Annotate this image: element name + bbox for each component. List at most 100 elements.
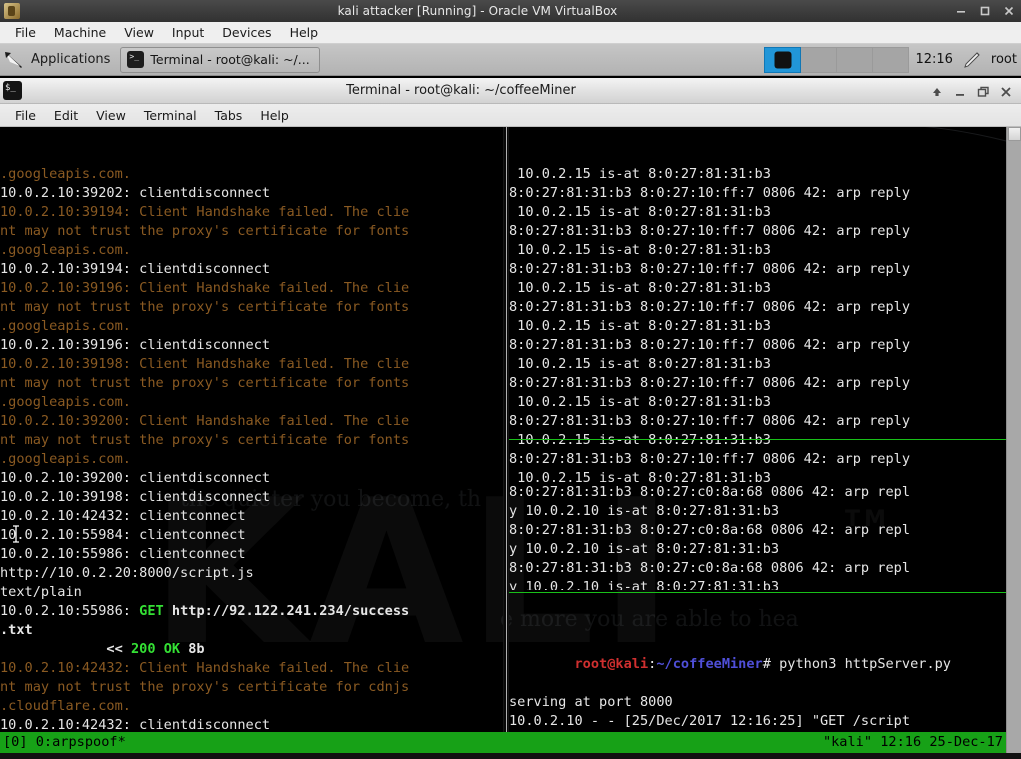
close-icon[interactable]: [999, 84, 1013, 98]
terminal-text: 10.0.2.10:39202: clientdisconnect: [0, 185, 270, 201]
terminal-line: 10.0.2.10:42432: clientdisconnect: [0, 716, 503, 732]
vbox-menu-view[interactable]: View: [115, 23, 163, 42]
terminal-window-controls: [930, 84, 1013, 98]
terminal-line: serving at port 8000: [509, 693, 1006, 712]
vbox-menu-file[interactable]: File: [6, 23, 45, 42]
terminal-text: <<: [0, 641, 131, 657]
terminal-text: 10.0.2.10:39194: Client Handshake failed…: [0, 204, 409, 220]
terminal-line: y 10.0.2.10 is-at 8:0:27:81:31:b3: [509, 502, 1006, 521]
terminal-text: 10.0.2.15 is-at 8:0:27:81:31:b3: [509, 280, 771, 296]
close-icon[interactable]: [1003, 5, 1015, 17]
terminal-menu-file[interactable]: File: [6, 106, 45, 125]
applications-menu-label[interactable]: Applications: [31, 52, 110, 67]
terminal-text: 10.0.2.15 is-at 8:0:27:81:31:b3: [509, 204, 771, 220]
terminal-text: serving at port 8000: [509, 694, 673, 710]
terminal-text: nt may not trust the proxy's certificate…: [0, 223, 409, 239]
terminal-icon: [127, 51, 144, 68]
minimize-icon[interactable]: [955, 5, 967, 17]
terminal-line: 8:0:27:81:31:b3 8:0:27:10:ff:7 0806 42: …: [509, 412, 1006, 431]
pane-mitmproxy[interactable]: .googleapis.com. 10.0.2.10:39202: clientd…: [0, 127, 503, 732]
terminal-text: .googleapis.com.: [0, 166, 131, 182]
prompt-sigil: #: [763, 656, 779, 672]
terminal-text: 10.0.2.10:42432: clientdisconnect: [0, 717, 270, 732]
shade-icon[interactable]: [930, 84, 944, 98]
terminal-line: 8:0:27:81:31:b3 8:0:27:c0:8a:68 0806 42:…: [509, 559, 1006, 578]
vbox-menu-machine[interactable]: Machine: [45, 23, 115, 42]
terminal-line: .googleapis.com.: [0, 165, 503, 184]
workspace-3[interactable]: [837, 47, 873, 73]
terminal-line: 8:0:27:81:31:b3 8:0:27:10:ff:7 0806 42: …: [509, 374, 1006, 393]
taskbar-button-terminal[interactable]: Terminal - root@kali: ~/...: [120, 47, 320, 73]
terminal-line: 10.0.2.15 is-at 8:0:27:81:31:b3: [509, 279, 1006, 298]
workspace-4[interactable]: [873, 47, 909, 73]
terminal-text: y 10.0.2.10 is-at 8:0:27:81:31:b3: [509, 541, 779, 557]
terminal-text: .googleapis.com.: [0, 242, 131, 258]
terminal-line: 10.0.2.10:39196: Client Handshake failed…: [0, 279, 503, 298]
tmux-pane-divider-bottom[interactable]: [509, 592, 1006, 593]
terminal-scrollbar[interactable]: [1006, 127, 1021, 753]
panel-user-label[interactable]: root: [991, 52, 1017, 67]
virtualbox-window-title: kali attacker [Running] - Oracle VM Virt…: [0, 4, 955, 18]
panel-clock: 12:16: [915, 52, 952, 67]
terminal-line: http://10.0.2.20:8000/script.js: [0, 564, 503, 583]
vbox-menu-devices[interactable]: Devices: [213, 23, 280, 42]
virtualbox-window-controls: [955, 5, 1015, 17]
terminal-line: 8:0:27:81:31:b3 8:0:27:c0:8a:68 0806 42:…: [509, 483, 1006, 502]
workspace-switcher[interactable]: [764, 47, 909, 73]
terminal-content-area[interactable]: KALI TM the quieter you become, th e mor…: [0, 127, 1006, 732]
terminal-line: 10.0.2.10:55986: clientconnect: [0, 545, 503, 564]
terminal-text: 10.0.2.10:39196: clientdisconnect: [0, 337, 270, 353]
terminal-line: << 200 OK 8b: [0, 640, 503, 659]
shell-prompt-line: root@kali:~/coffeeMiner# python3 httpSer…: [509, 636, 1006, 655]
tmux-pane-divider-top[interactable]: [509, 439, 1006, 440]
terminal-titlebar: Terminal - root@kali: ~/coffeeMiner: [0, 78, 1021, 104]
terminal-line: .cloudflare.com.: [0, 697, 503, 716]
workspace-1[interactable]: [764, 47, 801, 73]
terminal-line: 10.0.2.10:39194: clientdisconnect: [0, 260, 503, 279]
terminal-text: 10.0.2.15 is-at 8:0:27:81:31:b3: [509, 318, 771, 334]
terminal-line: 10.0.2.10:55984: clientconnect: [0, 526, 503, 545]
window-bottom-edge: [0, 753, 1021, 759]
terminal-text: .googleapis.com.: [0, 318, 131, 334]
terminal-window-title: Terminal - root@kali: ~/coffeeMiner: [0, 83, 930, 98]
terminal-text: http://10.0.2.20:8000/script.js: [0, 565, 254, 581]
terminal-menu-terminal[interactable]: Terminal: [135, 106, 206, 125]
terminal-line: 10.0.2.10:42432: Client Handshake failed…: [0, 659, 503, 678]
terminal-line: 10.0.2.10:39200: clientdisconnect: [0, 469, 503, 488]
pane-http-server[interactable]: root@kali:~/coffeeMiner# python3 httpSer…: [509, 598, 1006, 732]
maximize-icon[interactable]: [979, 5, 991, 17]
terminal-text: y 10.0.2.10 is-at 8:0:27:81:31:b3: [509, 503, 779, 519]
terminal-text: 10.0.2.10:42432: Client Handshake failed…: [0, 660, 409, 676]
terminal-line: 10.0.2.15 is-at 8:0:27:81:31:b3: [509, 393, 1006, 412]
pane-arpspoof-victim[interactable]: 8:0:27:81:31:b3 8:0:27:c0:8a:68 0806 42:…: [509, 445, 1006, 590]
terminal-line: 10.0.2.10:55986: GET http://92.122.241.2…: [0, 602, 503, 621]
kali-dragon-icon[interactable]: [3, 49, 25, 71]
terminal-line: 8:0:27:81:31:b3 8:0:27:10:ff:7 0806 42: …: [509, 222, 1006, 241]
terminal-menu-help[interactable]: Help: [251, 106, 298, 125]
terminal-text: 8:0:27:81:31:b3 8:0:27:10:ff:7 0806 42: …: [509, 223, 910, 239]
maximize-icon[interactable]: [976, 84, 990, 98]
terminal-menu-edit[interactable]: Edit: [45, 106, 87, 125]
terminal-text: .googleapis.com.: [0, 394, 131, 410]
terminal-line: 10.0.2.10:42432: clientconnect: [0, 507, 503, 526]
scrollbar-thumb[interactable]: [1008, 127, 1021, 141]
terminal-line: 10.0.2.10 - - [25/Dec/2017 12:16:25] "GE…: [509, 712, 1006, 731]
terminal-line: .googleapis.com.: [0, 393, 503, 412]
terminal-text: 10.0.2.10:39200: clientdisconnect: [0, 470, 270, 486]
terminal-text: 8:0:27:81:31:b3 8:0:27:10:ff:7 0806 42: …: [509, 375, 910, 391]
vbox-menu-help[interactable]: Help: [281, 23, 328, 42]
workspace-2[interactable]: [801, 47, 837, 73]
virtualbox-icon: [4, 3, 20, 19]
terminal-line: 8:0:27:81:31:b3 8:0:27:10:ff:7 0806 42: …: [509, 298, 1006, 317]
pen-tool-icon[interactable]: [961, 49, 983, 71]
terminal-text: 10.0.2.10:55986: clientconnect: [0, 546, 246, 562]
terminal-line: text/plain: [0, 583, 503, 602]
vbox-menu-input[interactable]: Input: [163, 23, 213, 42]
terminal-text: 10.0.2.15 is-at 8:0:27:81:31:b3: [509, 356, 771, 372]
terminal-menu-view[interactable]: View: [87, 106, 135, 125]
terminal-text: 10.0.2.10:39198: clientdisconnect: [0, 489, 270, 505]
minimize-icon[interactable]: [953, 84, 967, 98]
virtualbox-window: kali attacker [Running] - Oracle VM Virt…: [0, 0, 1021, 759]
terminal-text: 8b: [180, 641, 205, 657]
terminal-menu-tabs[interactable]: Tabs: [206, 106, 252, 125]
